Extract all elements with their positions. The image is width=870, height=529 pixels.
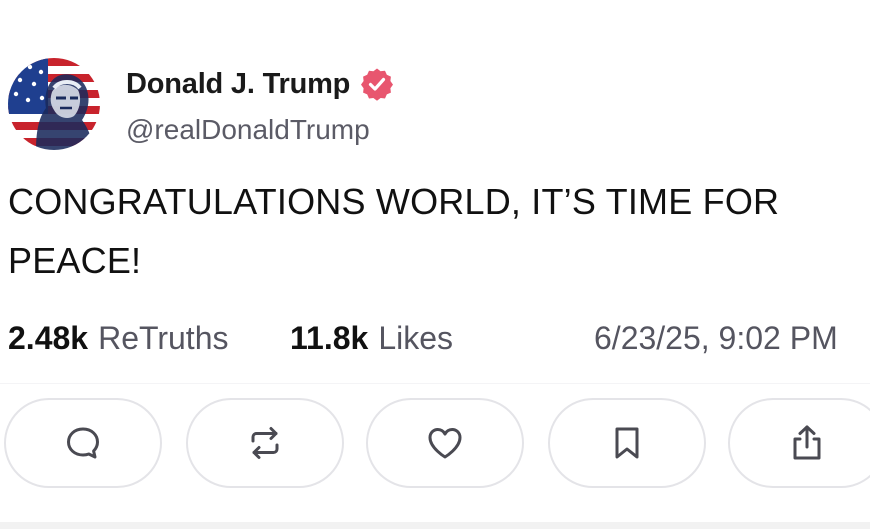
- bookmark-button[interactable]: [548, 398, 706, 488]
- share-upload-icon: [793, 425, 821, 460]
- avatar[interactable]: [8, 58, 100, 150]
- retruths-count: 2.48k: [8, 320, 89, 356]
- author-display-name[interactable]: Donald J. Trump: [126, 68, 350, 101]
- reply-button[interactable]: [4, 398, 162, 488]
- likes-count: 11.8k: [290, 320, 369, 356]
- share-button[interactable]: [728, 398, 870, 488]
- post-text: CONGRATULATIONS WORLD, IT’S TIME FOR PEA…: [8, 181, 780, 281]
- retruths-label: ReTruths: [98, 320, 229, 356]
- likes-label: Likes: [378, 320, 454, 356]
- american-flag-portrait-avatar-icon: [8, 58, 100, 150]
- retruths-stat[interactable]: 2.48k ReTruths: [8, 320, 228, 357]
- post-timestamp: 6/23/25, 9:02 PM: [594, 320, 838, 356]
- bookmark-icon: [615, 427, 639, 459]
- truth-post: Donald J. Trump @realDonaldTrump CONGRAT…: [0, 0, 870, 529]
- author-name-row: Donald J. Trump: [126, 64, 394, 104]
- retruth-button[interactable]: [186, 398, 344, 488]
- bottom-edge: [0, 522, 870, 529]
- repost-arrows-icon: [251, 427, 279, 459]
- author-handle[interactable]: @realDonaldTrump: [126, 114, 370, 146]
- speech-bubble-icon: [67, 427, 99, 459]
- heart-icon: [428, 428, 462, 459]
- verified-badge-icon: [360, 67, 394, 101]
- like-button[interactable]: [366, 398, 524, 488]
- post-stats: 2.48k ReTruths 11.8k Likes 6/23/25, 9:02 P…: [8, 316, 870, 360]
- divider: [0, 383, 870, 384]
- likes-stat[interactable]: 11.8k Likes: [290, 320, 453, 357]
